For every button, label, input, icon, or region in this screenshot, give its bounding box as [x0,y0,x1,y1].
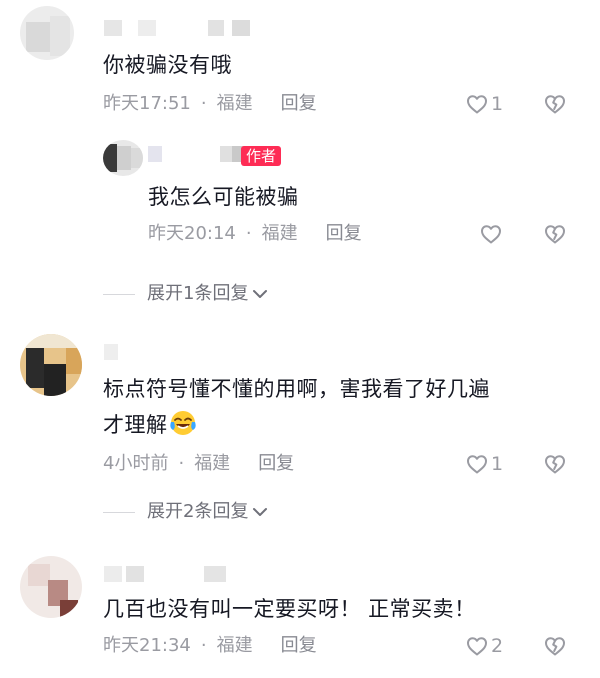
like-count: 1 [491,453,504,475]
reply-button[interactable]: 回复 [258,452,294,476]
username-blurred[interactable] [104,20,264,36]
separator-dot: · [178,453,185,474]
comment-time: 4小时前 [103,453,169,474]
like-button[interactable]: 2 [465,634,503,658]
heart-outline-icon [467,455,487,474]
expand-replies-button[interactable]: 展开1条回复 [103,282,270,306]
comment-meta: 昨天21:34 · 福建 回复 [103,634,317,658]
reply-username-blurred[interactable] [148,146,244,162]
chevron-down-icon [253,290,268,298]
expand-label: 展开2条回复 [147,501,249,522]
divider-line [103,511,135,513]
like-count: 1 [491,93,504,115]
reply-dislike-button[interactable] [543,222,567,246]
separator-dot: · [200,93,207,114]
broken-heart-outline-icon [545,95,565,114]
comment-location: 福建 [194,453,231,474]
reply-like-button[interactable] [479,222,503,246]
broken-heart-outline-icon [545,637,565,656]
heart-outline-icon [467,95,487,114]
reply-button[interactable]: 回复 [281,634,317,658]
reply-button[interactable]: 回复 [281,92,317,116]
heart-outline-icon [467,637,487,656]
dislike-button[interactable] [543,92,567,116]
broken-heart-outline-icon [545,225,565,244]
comment-time: 昨天21:34 [103,635,191,656]
comment-location: 福建 [216,635,253,656]
laughing-crying-emoji [169,411,196,435]
broken-heart-outline-icon [545,455,565,474]
username-blurred[interactable] [104,566,254,582]
comment-text: 几百也没有叫一定要买呀！ 正常买卖！ [103,597,476,621]
avatar[interactable] [20,6,74,60]
comment-text-line2-text: 才理解 [103,413,168,437]
divider-line [103,293,135,295]
dislike-button[interactable] [543,634,567,658]
reply-meta: 昨天20:14 · 福建 回复 [148,222,362,246]
chevron-down-icon [253,508,268,516]
comment-meta: 昨天17:51 · 福建 回复 [103,92,317,116]
separator-dot: · [245,223,252,244]
avatar[interactable] [20,556,82,618]
avatar[interactable] [20,334,82,396]
separator-dot: · [200,635,207,656]
reply-text: 我怎么可能被骗 [148,185,299,209]
comment-location: 福建 [216,93,253,114]
reply-button[interactable]: 回复 [326,222,362,246]
reply-location: 福建 [261,223,298,244]
comment-meta: 4小时前 · 福建 回复 [103,452,294,476]
reply-avatar[interactable] [103,140,143,176]
expand-label: 展开1条回复 [147,283,249,304]
comment-text-line1: 标点符号懂不懂的用啊，害我看了好几遍 [103,377,490,401]
author-badge: 作者 [241,146,282,166]
reply-time: 昨天20:14 [148,223,236,244]
like-button[interactable]: 1 [465,452,503,476]
dislike-button[interactable] [543,452,567,476]
comment-text-line2: 才理解 [103,408,196,442]
expand-replies-button[interactable]: 展开2条回复 [103,500,270,524]
comment-text: 你被骗没有哦 [103,53,232,77]
username-blurred[interactable] [104,344,124,360]
comment-time: 昨天17:51 [103,93,191,114]
heart-outline-icon [481,225,501,244]
like-button[interactable]: 1 [465,92,503,116]
like-count: 2 [491,635,504,657]
